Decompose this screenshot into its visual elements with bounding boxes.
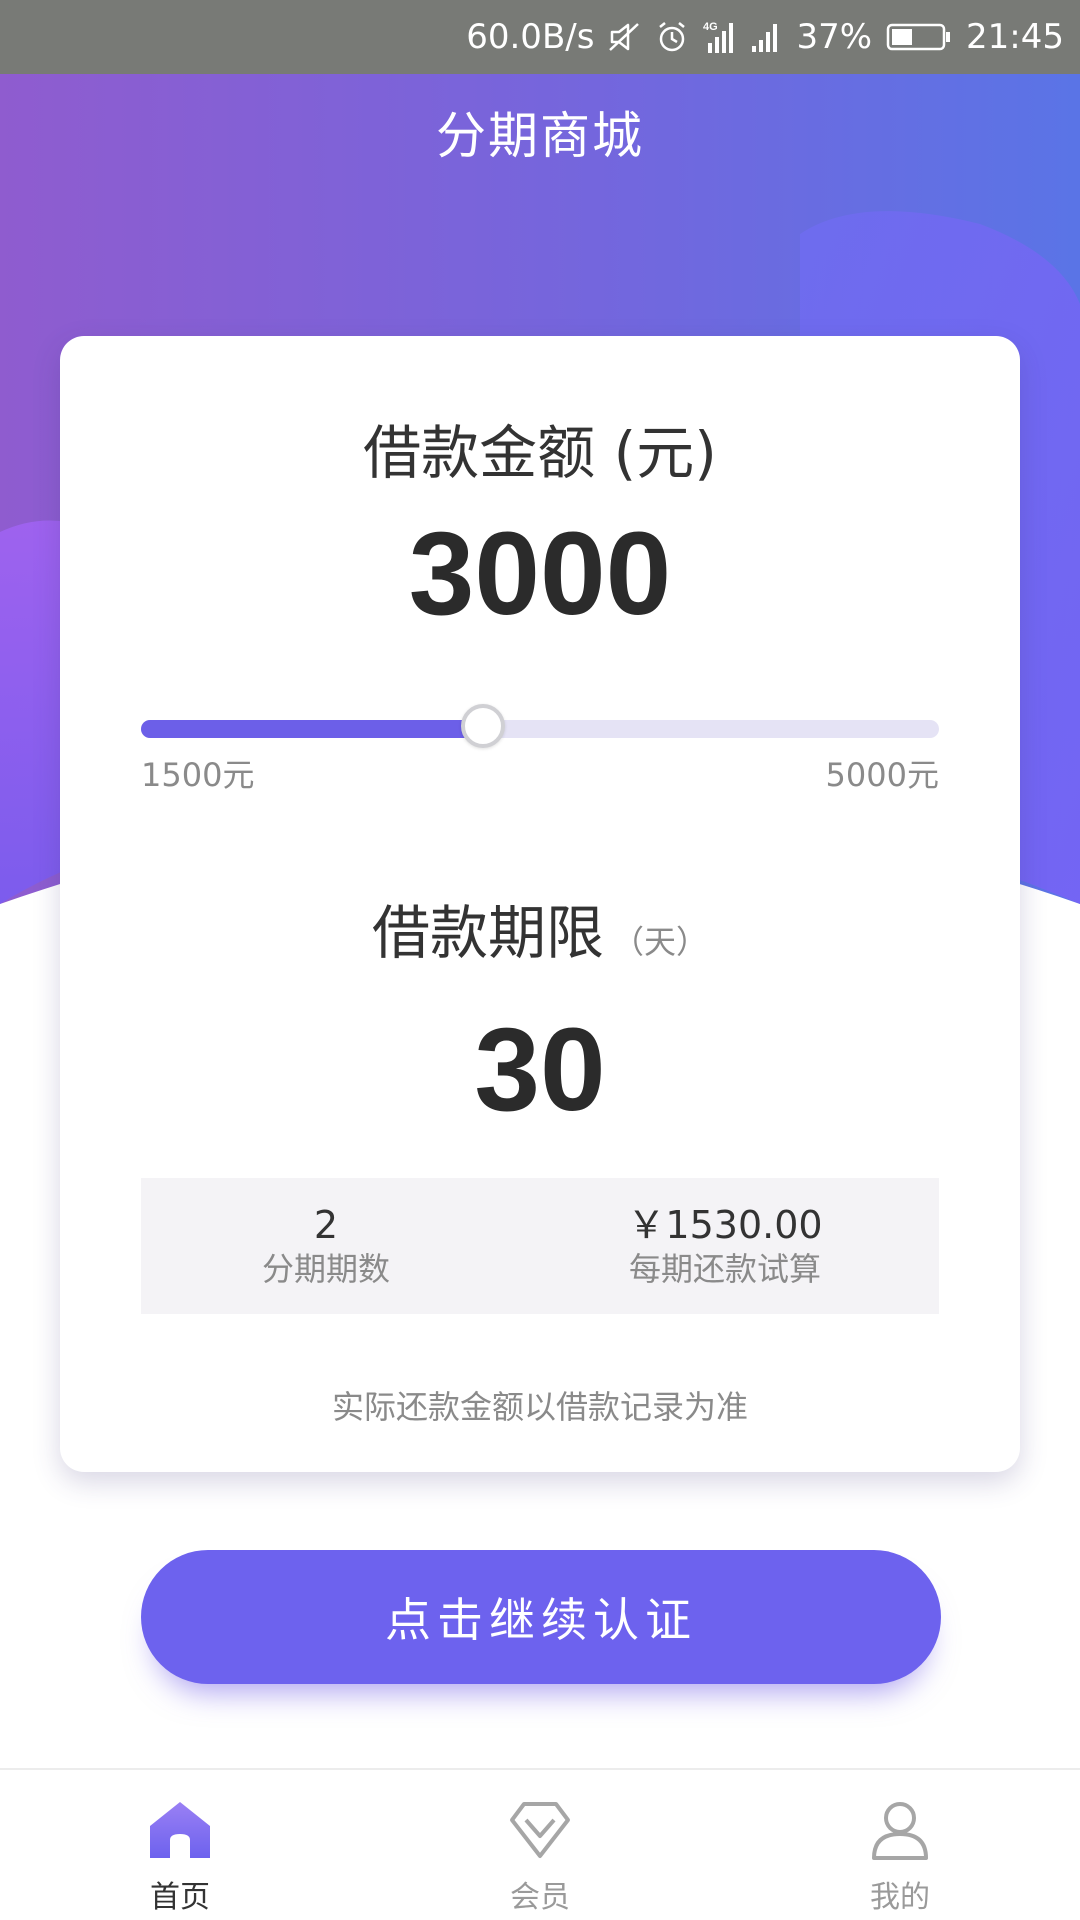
tab-profile[interactable]: 我的: [720, 1770, 1080, 1920]
status-bar: 60.0B/s 4G 37% 21:45: [0, 0, 1080, 74]
tab-home-label: 首页: [150, 1880, 210, 1915]
profile-icon: [872, 1802, 928, 1860]
installment-summary: 2 分期期数 ￥1530.00 每期还款试算: [141, 1178, 939, 1314]
payment-cell: ￥1530.00 每期还款试算: [511, 1178, 939, 1314]
installments-cell: 2 分期期数: [141, 1178, 511, 1314]
slider-min-label: 1500元: [141, 756, 255, 794]
home-icon: [150, 1802, 210, 1858]
loan-amount-slider[interactable]: [141, 704, 939, 748]
page-title: 分期商城: [436, 107, 644, 165]
slider-max-label: 5000元: [825, 756, 939, 794]
loan-term-heading: 借款期限 （天）: [60, 886, 1020, 970]
loan-amount-value: 3000: [408, 508, 672, 640]
tab-membership[interactable]: 会员: [360, 1770, 720, 1920]
tab-home[interactable]: 首页: [0, 1770, 360, 1920]
clock: 21:45: [966, 17, 1064, 57]
loan-term-label: 借款期限: [371, 899, 604, 967]
alarm-icon: [656, 21, 688, 53]
loan-amount-label: 借款金额 (元): [363, 419, 717, 487]
continue-verification-button[interactable]: 点击继续认证: [141, 1550, 941, 1684]
mute-vibrate-icon: [608, 21, 642, 53]
loan-term-unit: （天）: [612, 923, 709, 961]
installments-value: 2: [313, 1203, 339, 1247]
battery-icon: [886, 21, 952, 53]
tab-profile-label: 我的: [870, 1880, 930, 1915]
network-speed: 60.0B/s: [466, 17, 595, 57]
signal-icon: [750, 20, 782, 54]
slider-fill: [141, 720, 483, 738]
installments-label: 分期期数: [261, 1250, 390, 1288]
payment-value: ￥1530.00: [627, 1203, 823, 1247]
disclaimer-text: 实际还款金额以借款记录为准: [331, 1388, 748, 1426]
app-screen: 60.0B/s 4G 37% 21:45 分期商城 借款金额 (元) 3000 …: [0, 0, 1080, 1920]
bottom-tab-bar: 首页 会员 我的: [0, 1768, 1080, 1920]
slider-thumb[interactable]: [461, 704, 505, 748]
tab-membership-label: 会员: [510, 1880, 570, 1915]
signal-4g-icon: 4G: [702, 19, 736, 55]
payment-label: 每期还款试算: [628, 1250, 821, 1288]
battery-percent: 37%: [796, 17, 873, 57]
diamond-icon: [510, 1802, 570, 1858]
loan-card: 借款金额 (元) 3000 1500元 5000元 借款期限 （天） 30 2 分…: [60, 336, 1020, 1472]
svg-text:4G: 4G: [703, 21, 718, 33]
loan-term-value: 30: [474, 1004, 606, 1136]
